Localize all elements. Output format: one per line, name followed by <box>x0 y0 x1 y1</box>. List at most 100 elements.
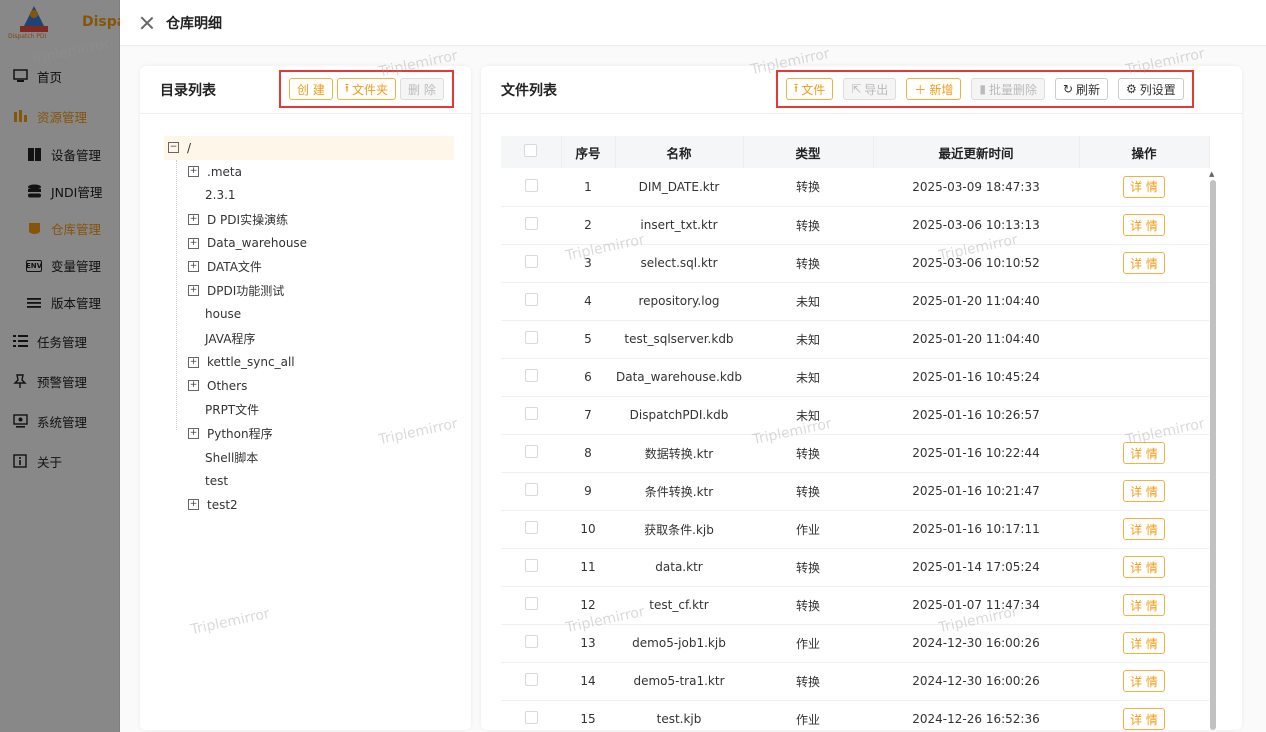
cell-no: 1 <box>561 168 615 207</box>
table-row[interactable]: 14 demo5-tra1.ktr 转换 2024-12-30 16:00:26 详 情 <box>501 662 1209 701</box>
refresh-button[interactable]: ↻ 刷新 <box>1054 78 1109 100</box>
directory-panel: 目录列表 创 建 ⭱ 文件夹 删 除 − / + .meta 2.3.1 + D PDI… <box>140 66 471 730</box>
row-checkbox[interactable] <box>524 711 538 724</box>
detail-button[interactable]: 详 情 <box>1123 175 1165 198</box>
expand-icon[interactable]: + <box>188 166 199 178</box>
table-row[interactable]: 13 demo5-job1.kjb 作业 2024-12-30 16:00:26 详 情 <box>501 624 1209 663</box>
tree-node[interactable]: test <box>164 469 454 493</box>
delete-button[interactable]: 删 除 <box>400 78 444 100</box>
upload-folder-button[interactable]: ⭱ 文件夹 <box>336 78 397 100</box>
row-select-cell <box>501 358 561 397</box>
tree-node[interactable]: house <box>164 303 454 327</box>
table-row[interactable]: 15 test.kjb 作业 2024-12-26 16:52:36 详 情 <box>501 700 1209 730</box>
expand-icon[interactable]: + <box>188 499 199 511</box>
detail-button[interactable]: 详 情 <box>1123 632 1165 654</box>
table-scrollbar[interactable]: ▲ <box>1209 170 1217 730</box>
cell-actions: 详 情 <box>1079 510 1209 549</box>
row-checkbox[interactable] <box>524 445 538 458</box>
table-row[interactable]: 1 DIM_DATE.ktr 转换 2025-03-09 18:47:33 详 情 <box>501 168 1209 207</box>
detail-button[interactable]: 详 情 <box>1123 442 1165 464</box>
column-header-no: 序号 <box>561 136 616 168</box>
refresh-icon: ↻ <box>1062 82 1074 96</box>
directory-tree: − / + .meta 2.3.1 + D PDI实操演练 + Data_warehouse… <box>164 136 454 517</box>
tree-node[interactable]: + Data_warehouse <box>164 231 454 255</box>
cell-type: 转换 <box>743 168 873 207</box>
table-row[interactable]: 4 repository.log 未知 2025-01-20 11:04:40 <box>501 282 1209 321</box>
drawer-header: 仓库明细 <box>120 0 1266 46</box>
table-row[interactable]: 12 test_cf.ktr 转换 2025-01-07 11:47:34 详 情 <box>501 586 1209 625</box>
expand-icon[interactable]: + <box>188 213 199 225</box>
tree-node[interactable]: + test2 <box>164 493 454 517</box>
cell-name: data.ktr <box>615 548 743 587</box>
tree-node[interactable]: + Others <box>164 374 454 398</box>
expand-icon[interactable]: + <box>188 261 199 273</box>
upload-file-button[interactable]: ⭱ 文件 <box>786 78 834 100</box>
table-row[interactable]: 7 DispatchPDI.kdb 未知 2025-01-16 10:26:57 <box>501 396 1209 435</box>
cell-updated: 2025-01-16 10:26:57 <box>873 396 1079 435</box>
detail-button[interactable]: 详 情 <box>1123 214 1165 236</box>
tree-node[interactable]: 2.3.1 <box>164 184 454 208</box>
cell-no: 6 <box>561 358 615 397</box>
tree-node[interactable]: + .meta <box>164 160 454 184</box>
tree-node[interactable]: Shell脚本 <box>164 445 454 469</box>
tree-node[interactable]: + DATA文件 <box>164 255 454 279</box>
batch-delete-label: 批量删除 <box>988 82 1037 97</box>
row-checkbox[interactable] <box>524 217 538 230</box>
expand-icon[interactable]: + <box>188 427 199 439</box>
expand-icon[interactable]: + <box>188 237 199 249</box>
row-checkbox[interactable] <box>524 521 538 534</box>
row-checkbox[interactable] <box>524 635 538 648</box>
tree-node-label: test2 <box>207 497 238 512</box>
row-checkbox[interactable] <box>524 407 538 420</box>
table-row[interactable]: 3 select.sql.ktr 转换 2025-03-06 10:10:52 详 情 <box>501 244 1209 283</box>
expand-icon[interactable]: + <box>188 380 199 392</box>
detail-button[interactable]: 详 情 <box>1123 670 1165 692</box>
cell-name: test_sqlserver.kdb <box>615 320 743 359</box>
detail-button[interactable]: 详 情 <box>1123 252 1165 274</box>
collapse-icon[interactable]: − <box>168 142 179 154</box>
tree-node-label: Python程序 <box>207 426 273 441</box>
row-checkbox[interactable] <box>524 255 538 268</box>
row-checkbox[interactable] <box>524 673 538 686</box>
row-checkbox[interactable] <box>524 597 538 610</box>
detail-button[interactable]: 详 情 <box>1123 594 1165 616</box>
add-button[interactable]: ＋ 新增 <box>906 78 962 100</box>
table-row[interactable]: 5 test_sqlserver.kdb 未知 2025-01-20 11:04:40 <box>501 320 1209 359</box>
row-checkbox[interactable] <box>524 293 538 306</box>
refresh-label: 刷新 <box>1076 82 1101 97</box>
expand-icon[interactable]: + <box>188 356 199 368</box>
scrollbar-thumb[interactable] <box>1210 180 1216 730</box>
detail-button[interactable]: 详 情 <box>1123 518 1165 540</box>
tree-node[interactable]: JAVA程序 <box>164 326 454 350</box>
detail-button[interactable]: 详 情 <box>1123 708 1165 730</box>
table-row[interactable]: 9 条件转换.ktr 转换 2025-01-16 10:21:47 详 情 <box>501 472 1209 511</box>
create-button[interactable]: 创 建 <box>289 78 333 100</box>
tree-node[interactable]: + Python程序 <box>164 422 454 446</box>
row-checkbox[interactable] <box>524 178 538 192</box>
table-row[interactable]: 10 获取条件.kjb 作业 2025-01-16 10:17:11 详 情 <box>501 510 1209 549</box>
cell-actions: 详 情 <box>1079 624 1209 663</box>
expand-icon[interactable]: + <box>188 285 199 297</box>
tree-node-root[interactable]: − / <box>164 136 454 160</box>
table-row[interactable]: 11 data.ktr 转换 2025-01-14 17:05:24 详 情 <box>501 548 1209 587</box>
tree-node[interactable]: + D PDI实操演练 <box>164 207 454 231</box>
scroll-up-icon[interactable]: ▲ <box>1209 170 1214 178</box>
tree-node[interactable]: PRPT文件 <box>164 398 454 422</box>
tree-node[interactable]: + DPDI功能测试 <box>164 279 454 303</box>
select-all-checkbox[interactable] <box>524 144 538 157</box>
table-row[interactable]: 8 数据转换.ktr 转换 2025-01-16 10:22:44 详 情 <box>501 434 1209 473</box>
row-checkbox[interactable] <box>524 559 538 572</box>
column-settings-button[interactable]: ⚙ 列设置 <box>1118 78 1184 100</box>
row-checkbox[interactable] <box>524 331 538 344</box>
row-checkbox[interactable] <box>524 483 538 496</box>
export-button[interactable]: ⇱ 导出 <box>843 78 897 100</box>
directory-toolbar: 创 建 ⭱ 文件夹 删 除 <box>279 70 454 108</box>
detail-button[interactable]: 详 情 <box>1123 556 1165 578</box>
table-row[interactable]: 2 insert_txt.ktr 转换 2025-03-06 10:13:13 详 情 <box>501 206 1209 245</box>
tree-node[interactable]: + kettle_sync_all <box>164 350 454 374</box>
row-checkbox[interactable] <box>524 369 538 382</box>
table-row[interactable]: 6 Data_warehouse.kdb 未知 2025-01-16 10:45:24 <box>501 358 1209 397</box>
detail-button[interactable]: 详 情 <box>1123 480 1165 502</box>
close-icon[interactable] <box>140 16 154 30</box>
batch-delete-button[interactable]: ▮ 批量删除 <box>971 78 1045 100</box>
